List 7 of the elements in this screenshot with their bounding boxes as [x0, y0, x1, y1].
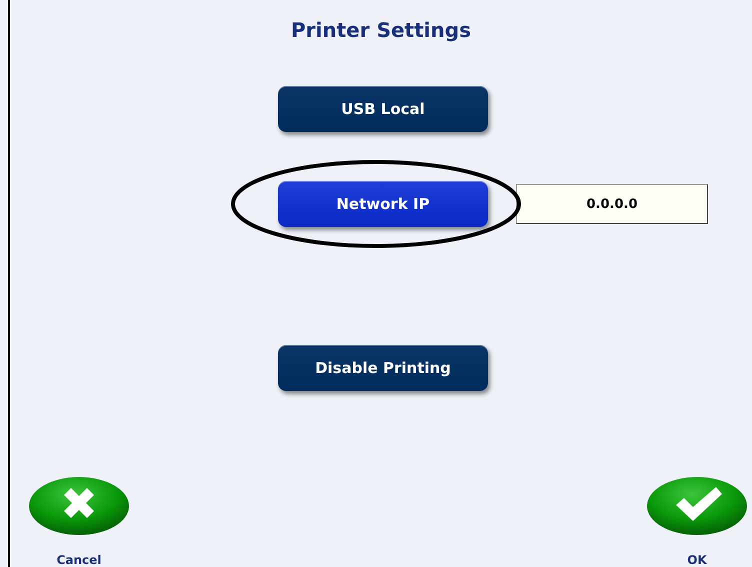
option-button[interactable]: USB Local — [278, 86, 488, 132]
cancel-button[interactable]: Cancel — [28, 475, 130, 567]
option-button[interactable]: Disable Printing — [278, 345, 488, 391]
page-title: Printer Settings — [291, 17, 471, 44]
ok-button[interactable]: OK — [646, 475, 748, 567]
option-button[interactable]: Network IP — [278, 181, 488, 227]
ip-field[interactable]: 0.0.0.0 — [516, 184, 708, 224]
